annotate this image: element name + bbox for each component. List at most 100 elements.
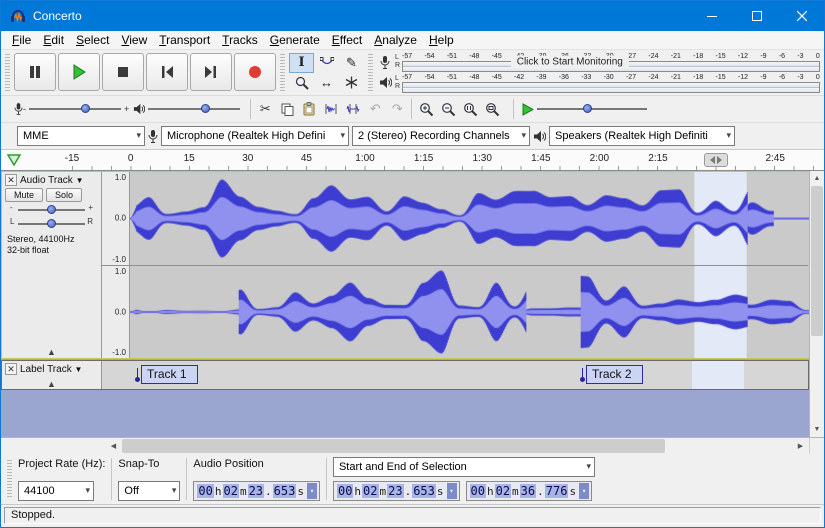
menu-item-analyze[interactable]: Analyze (368, 32, 423, 48)
copy-button[interactable] (276, 98, 298, 120)
label-track-body[interactable]: Track 1 Track 2 (102, 361, 808, 389)
audio-position-field[interactable]: 00h02m23.653s▾ (193, 481, 320, 501)
zoom-selection-button[interactable] (459, 98, 481, 120)
menu-item-transport[interactable]: Transport (153, 32, 216, 48)
track-menu-button[interactable]: Label Track ▼ (20, 364, 82, 375)
zoom-fit-button[interactable] (481, 98, 503, 120)
zoom-in-button[interactable] (415, 98, 437, 120)
ruler-tick-label: 2:15 (648, 153, 667, 164)
toolbar-grip[interactable] (368, 54, 373, 91)
horizontal-scroll-track[interactable] (122, 438, 792, 454)
collapse-track-button[interactable]: ▲ (2, 379, 101, 389)
selection-end-field[interactable]: 00h02m36.776s▾ (466, 481, 593, 501)
track-close-button[interactable]: ✕ (5, 363, 17, 375)
scroll-right-arrow[interactable]: ▶ (792, 438, 809, 454)
pause-button[interactable] (14, 53, 56, 91)
project-rate-select[interactable]: 44100 (18, 481, 94, 501)
menu-item-file[interactable]: File (6, 32, 37, 48)
redo-button[interactable]: ↷ (386, 98, 408, 120)
waveform-canvas-right[interactable] (130, 266, 810, 359)
paste-button[interactable] (298, 98, 320, 120)
selection-toolbar: Project Rate (Hz): 44100 Snap-To Off Aud… (1, 454, 824, 504)
menu-item-help[interactable]: Help (423, 32, 460, 48)
slider-thumb[interactable] (47, 205, 56, 214)
selection-start-field[interactable]: 00h02m23.653s▾ (333, 481, 460, 501)
vertical-scroll-thumb[interactable] (811, 186, 823, 336)
waveform-canvas-left[interactable] (130, 172, 810, 265)
minimize-button[interactable] (689, 1, 734, 31)
window-title: Concerto (33, 9, 82, 23)
scroll-left-arrow[interactable]: ◀ (105, 438, 122, 454)
recording-meter[interactable]: LR -57-54-51-48-45-42-39-36-33-30-27-24-… (377, 52, 820, 73)
menu-item-select[interactable]: Select (70, 32, 115, 48)
zoom-tool-button[interactable] (289, 73, 314, 93)
skip-start-button[interactable] (146, 53, 188, 91)
monitoring-hint[interactable]: Click to Start Monitoring (511, 56, 629, 69)
skip-end-button[interactable] (190, 53, 232, 91)
stop-button[interactable] (102, 53, 144, 91)
menu-item-generate[interactable]: Generate (264, 32, 326, 48)
toolbar-grip[interactable] (7, 460, 12, 498)
vertical-scrollbar[interactable]: ▲ ▼ (809, 171, 824, 437)
playback-meter[interactable]: LR -57-54-51-48-45-42-39-36-33-30-27-24-… (377, 73, 820, 94)
envelope-tool-button[interactable] (314, 53, 339, 73)
mute-button[interactable]: Mute (5, 188, 43, 202)
track-area: ✕ Audio Track ▼ Mute Solo - + L R (1, 171, 824, 437)
label-stem-icon[interactable] (579, 368, 586, 382)
zoom-out-button[interactable] (437, 98, 459, 120)
playback-volume-slider[interactable] (148, 102, 240, 116)
audio-host-select[interactable]: MME (17, 126, 145, 146)
ruler-tick-label: 1:30 (472, 153, 491, 164)
close-button[interactable] (779, 1, 824, 31)
menu-item-view[interactable]: View (115, 32, 153, 48)
ruler-tick-label: 30 (242, 153, 253, 164)
maximize-button[interactable] (734, 1, 779, 31)
play-button[interactable] (58, 53, 100, 91)
slider-thumb[interactable] (81, 104, 90, 113)
menu-item-effect[interactable]: Effect (326, 32, 368, 48)
play-speed-slider[interactable] (537, 102, 647, 116)
vertical-scroll-track[interactable] (810, 186, 824, 422)
menu-item-edit[interactable]: Edit (37, 32, 70, 48)
collapse-track-button[interactable]: ▲ (2, 347, 101, 357)
recording-device-select[interactable]: Microphone (Realtek High Defini (161, 126, 349, 146)
scroll-up-arrow[interactable]: ▲ (810, 171, 824, 186)
slider-thumb[interactable] (201, 104, 210, 113)
selection-mode-select[interactable]: Start and End of Selection (333, 457, 595, 477)
pan-slider[interactable]: L R (10, 218, 93, 230)
scrub-marker[interactable] (704, 153, 728, 167)
toolbar-grip[interactable] (5, 54, 10, 91)
slider-thumb[interactable] (583, 104, 592, 113)
menu-item-tracks[interactable]: Tracks (216, 32, 264, 48)
draw-tool-button[interactable]: ✎ (339, 53, 364, 73)
solo-button[interactable]: Solo (46, 188, 82, 202)
slider-thumb[interactable] (47, 219, 56, 228)
vertical-scale[interactable]: 1.0 0.0 -1.0 (102, 266, 130, 359)
silence-audio-button[interactable] (342, 98, 364, 120)
record-button[interactable] (234, 53, 276, 91)
undo-button[interactable]: ↶ (364, 98, 386, 120)
timeline-options-button[interactable] (7, 154, 21, 166)
recording-volume-slider[interactable] (29, 102, 121, 116)
horizontal-scroll-thumb[interactable] (122, 439, 665, 453)
snap-to-select[interactable]: Off (118, 481, 180, 501)
gain-slider[interactable]: - + (10, 204, 93, 216)
label-flag[interactable]: Track 2 (579, 365, 643, 384)
vertical-scale[interactable]: 1.0 0.0 -1.0 (102, 172, 130, 265)
timeshift-tool-button[interactable]: ↔ (314, 73, 339, 93)
trim-audio-button[interactable] (320, 98, 342, 120)
cut-button[interactable]: ✂ (254, 98, 276, 120)
label-flag[interactable]: Track 1 (134, 365, 198, 384)
selection-tool-button[interactable]: I (289, 53, 314, 73)
scroll-down-arrow[interactable]: ▼ (810, 422, 824, 437)
toolbar-grip[interactable] (280, 54, 285, 91)
horizontal-scrollbar[interactable]: ◀ ▶ (1, 437, 824, 454)
timeline-ruler[interactable]: -1501530451:001:151:301:452:002:152:302:… (1, 150, 824, 171)
recording-channels-select[interactable]: 2 (Stereo) Recording Channels (352, 126, 530, 146)
label-stem-icon[interactable] (134, 368, 141, 382)
track-close-button[interactable]: ✕ (5, 174, 17, 186)
multi-tool-button[interactable] (339, 73, 364, 93)
play-at-speed-icon[interactable] (521, 103, 534, 116)
track-menu-button[interactable]: Audio Track ▼ (20, 175, 84, 186)
playback-device-select[interactable]: Speakers (Realtek High Definiti (549, 126, 735, 146)
